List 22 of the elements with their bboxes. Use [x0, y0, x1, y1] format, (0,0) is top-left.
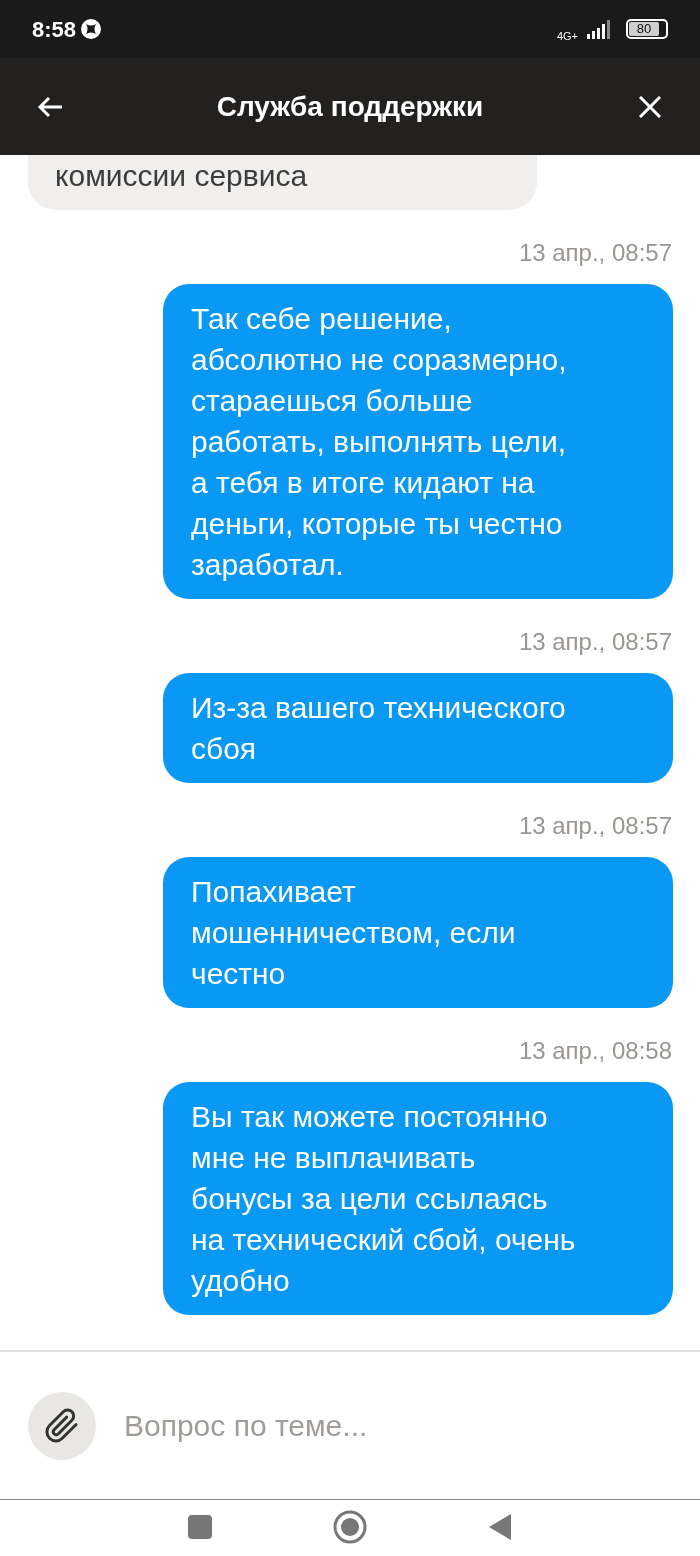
message-input[interactable]: Вопрос по теме... — [124, 1403, 672, 1448]
message-time: 13 апр., 08:58 — [518, 1036, 673, 1066]
close-icon — [639, 95, 661, 118]
message-bubble: Вы так можете постоянно мне не выплачивать бонусы за цели ссылаясь на технический сбой, очень удобно — [163, 1082, 673, 1315]
message-bubble: Так себе решение, абсолютно не соразмерно, стараешься больше работать, выполнять цели, а тебя в итоге кидают на деньги, которые ты честно заработал. — [163, 284, 673, 599]
message-time: 13 апр., 08:57 — [518, 627, 673, 657]
back-icon[interactable] — [487, 1512, 513, 1542]
recent-apps-icon[interactable] — [187, 1514, 213, 1540]
notification-icon — [80, 18, 103, 40]
back-arrow-icon — [37, 95, 63, 118]
message-time: 13 апр., 08:57 — [518, 811, 673, 841]
message-time: 13 апр., 08:57 — [518, 238, 673, 268]
status-time: 8:58 — [32, 15, 77, 44]
message-bubble: Из-за вашего технического сбоя — [163, 673, 673, 783]
window-title: Служба поддержки — [216, 89, 484, 124]
signal-icon — [586, 19, 612, 39]
home-icon[interactable] — [333, 1510, 367, 1544]
battery-icon: 80 — [626, 19, 668, 39]
message-bubble: Попахивает мошенничеством, если честно — [163, 857, 673, 1008]
paperclip-icon — [44, 1407, 80, 1444]
network-label: 4G+ — [556, 30, 578, 42]
message-bubble: комиссии сервиса — [28, 155, 537, 210]
